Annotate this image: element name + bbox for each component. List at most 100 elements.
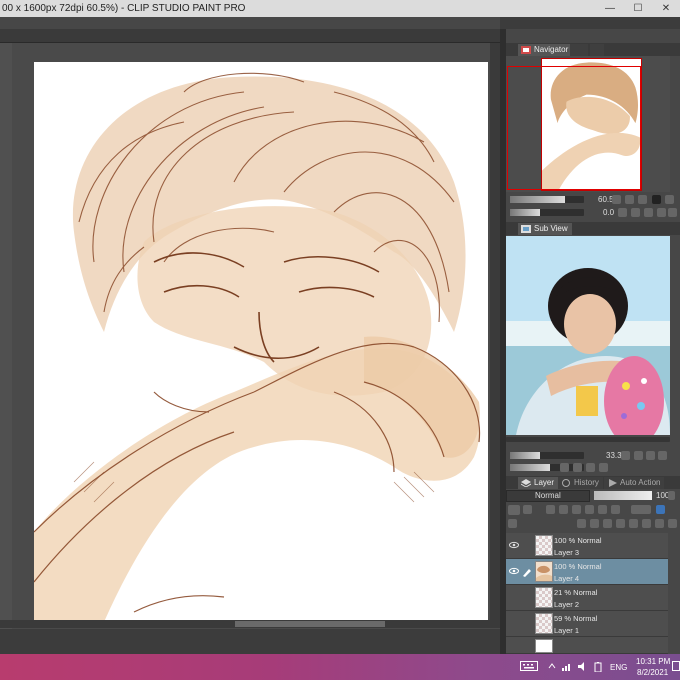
new-folder-button[interactable] [603,519,612,528]
mask-add-button[interactable] [642,519,651,528]
layer-lock-button[interactable] [585,505,594,514]
subview-import-button[interactable] [658,451,667,460]
navigator-zoom-slider[interactable] [510,196,584,203]
subview-scrollbar[interactable] [506,437,670,442]
ruler-left [0,43,12,629]
subview-rotate-left[interactable] [560,463,569,472]
keyboard-icon[interactable] [520,661,538,673]
flip-button[interactable] [665,195,674,204]
subview-zoom-value: 33.3 [606,451,622,460]
zoom-stepper-button[interactable] [612,195,621,204]
layer-lock-transparent-button[interactable] [598,505,607,514]
subview-prev-button[interactable] [634,451,643,460]
flip-vertical-button[interactable] [668,208,677,217]
opacity-stepper[interactable] [668,491,675,500]
rotate-reset-button[interactable] [644,208,653,217]
layer-thumbnail [535,535,553,556]
minimize-button[interactable]: — [596,0,624,17]
layer-row-paper[interactable] [506,637,668,654]
chevron-up-icon[interactable] [548,662,556,672]
subview-tabbar: Sub View [506,222,680,235]
scroll-thumb[interactable] [235,621,385,627]
layer-opacity-mode: 21 % Normal [554,588,598,597]
canvas-paper[interactable] [34,62,488,622]
clock-time[interactable]: 10:31 PM [636,657,670,666]
subview-reference-image[interactable] [506,236,670,435]
rotate-left-button[interactable] [618,208,627,217]
tab-navigator[interactable]: Navigator [518,44,573,56]
language-indicator[interactable]: ENG [610,663,627,672]
flip-horizontal-button[interactable] [657,208,666,217]
rotate-right-button[interactable] [631,208,640,217]
tab-navigator-label: Navigator [534,45,569,54]
subview-eyedropper[interactable] [586,463,595,472]
window-title: 00 x 1600px 72dpi 60.5%) - CLIP STUDIO P… [2,3,246,14]
navigator-icon [521,46,531,54]
eye-icon[interactable] [509,541,519,549]
pen-icon [522,567,532,577]
tab-auto-action[interactable]: Auto Action [604,477,665,489]
tab-layer[interactable]: Layer [518,477,559,489]
new-vector-layer-button[interactable] [590,519,599,528]
subview-zoom-slider[interactable] [510,452,584,459]
wifi-icon[interactable] [562,662,572,673]
blend-mode-select[interactable]: Normal [506,490,590,502]
fit-button[interactable] [652,195,661,204]
combine-down-button[interactable] [629,519,638,528]
subview-rotate-right[interactable] [573,463,582,472]
transfer-down-button[interactable] [616,519,625,528]
layer-name: Layer 3 [554,548,580,557]
layer-name: Layer 1 [554,626,580,635]
volume-icon[interactable] [578,662,588,673]
history-icon [561,479,571,487]
layer-mask-button[interactable] [611,505,620,514]
maximize-button[interactable]: ☐ [624,0,652,17]
layer-color-button[interactable] [508,505,520,515]
layer-draft-button[interactable] [572,505,581,514]
layer-color-swatch[interactable] [656,505,665,514]
title-bar: 00 x 1600px 72dpi 60.5%) - CLIP STUDIO P… [0,0,680,17]
subview-next-button[interactable] [646,451,655,460]
layer-reference-button[interactable] [559,505,568,514]
zoom-out-button[interactable] [625,195,634,204]
tab-navigator-2[interactable] [570,44,588,56]
navigator-rotate-value: 0.0 [603,208,615,217]
layer-palette-button[interactable] [631,505,651,514]
layer-row[interactable]: 59 % Normal Layer 1 [506,611,668,637]
zoom-in-button[interactable] [638,195,647,204]
layer-row[interactable]: 100 % Normal Layer 3 [506,533,668,559]
layer-clip-button[interactable] [546,505,555,514]
layer-opacity-mode: 100 % Normal [554,562,602,571]
clock-date[interactable]: 8/2/2021 [637,668,668,677]
new-raster-layer-button[interactable] [577,519,586,528]
layer-color-dropdown[interactable] [523,505,532,514]
layer-tabbar: Layer History Auto Action [506,476,680,489]
layer-thumbnail [535,561,553,582]
notification-icon[interactable] [672,661,680,673]
layer-panel-menu[interactable] [508,519,517,528]
ruler-top [0,29,500,43]
layer-thumbnail [535,587,553,608]
subview-zoom-stepper[interactable] [621,451,630,460]
canvas-horizontal-scrollbar[interactable] [0,620,500,628]
navigator-rotate-slider[interactable] [510,209,584,216]
tab-navigator-3[interactable] [590,44,604,56]
layer-row-selected[interactable]: 100 % Normal Layer 4 [506,559,668,585]
layer-opacity-mode: 100 % Normal [554,536,602,545]
tab-layer-label: Layer [534,478,555,487]
tab-history[interactable]: History [558,477,603,489]
layer-row[interactable]: 21 % Normal Layer 2 [506,585,668,611]
canvas-vertical-scrollbar[interactable] [490,43,500,620]
apply-mask-button[interactable] [655,519,664,528]
tab-subview-label: Sub View [534,224,568,233]
auto-action-icon [607,479,617,487]
delete-layer-button[interactable] [668,519,677,528]
close-button[interactable]: ✕ [652,0,680,17]
tab-subview[interactable]: Sub View [518,223,572,235]
subview-clear[interactable] [599,463,608,472]
tab-history-label: History [574,478,599,487]
layer-thumbnail [535,613,553,634]
battery-icon[interactable] [594,662,602,674]
eye-icon[interactable] [509,567,519,575]
opacity-slider[interactable] [594,491,652,500]
